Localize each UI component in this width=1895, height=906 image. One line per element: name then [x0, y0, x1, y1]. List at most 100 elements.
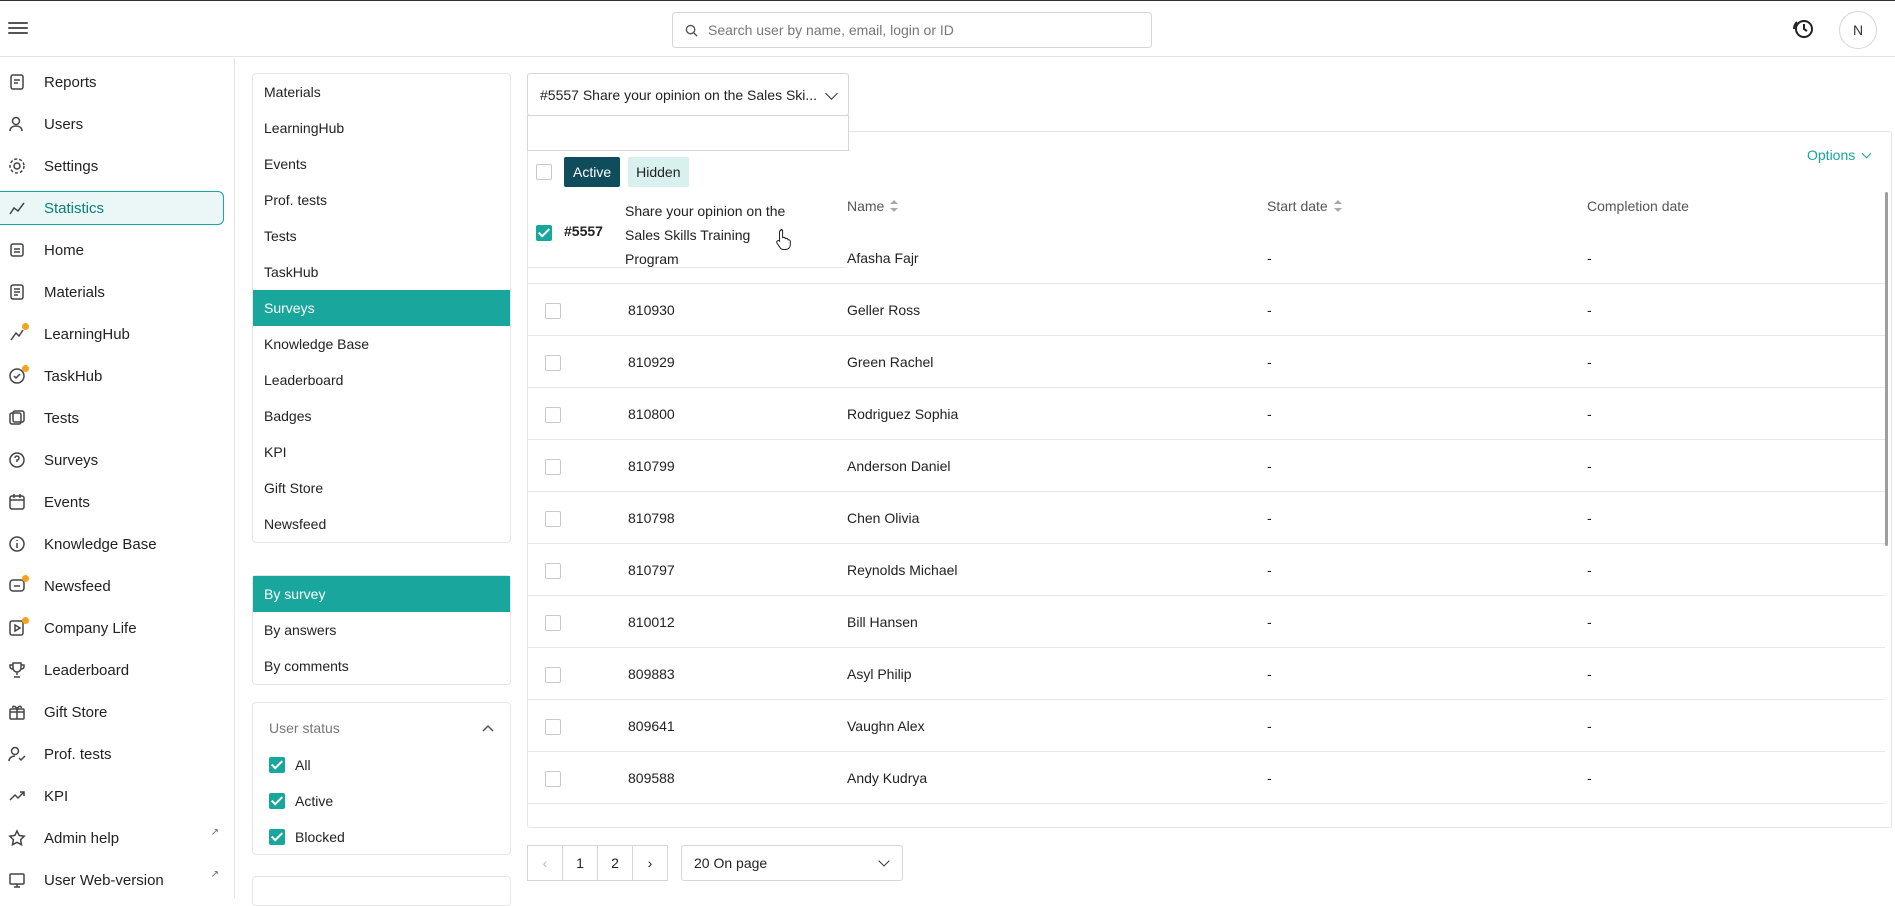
sidebar-item-label: TaskHub: [44, 367, 103, 385]
sidebar-item-settings[interactable]: Settings: [0, 149, 225, 183]
sidebar-item-label: Events: [44, 493, 90, 511]
table-scrollbar[interactable]: [1885, 192, 1888, 546]
avatar[interactable]: N: [1839, 11, 1877, 49]
sidebar-item-gift-store[interactable]: Gift Store: [0, 695, 225, 729]
category-kpi[interactable]: KPI: [253, 434, 510, 470]
status-option-blocked[interactable]: Blocked: [253, 819, 510, 855]
header-start-date[interactable]: Start date: [1267, 198, 1342, 214]
chevron-down-icon: [825, 87, 838, 100]
row-checkbox[interactable]: [545, 667, 561, 683]
sidebar-item-reports[interactable]: Reports: [0, 65, 225, 99]
header-completion-date[interactable]: Completion date: [1587, 198, 1689, 214]
sidebar-item-learninghub[interactable]: LearningHub: [0, 317, 225, 351]
per-page-select[interactable]: 20 On page: [681, 845, 903, 881]
header-name[interactable]: Name: [847, 198, 899, 214]
sidebar-item-newsfeed[interactable]: Newsfeed: [0, 569, 225, 603]
row-checkbox[interactable]: [545, 771, 561, 787]
table-row[interactable]: 810799 Anderson Daniel - -: [528, 440, 1885, 492]
prev-page-button[interactable]: ‹: [527, 845, 563, 881]
history-icon[interactable]: [1792, 17, 1816, 41]
table-row[interactable]: 810798 Chen Olivia - -: [528, 492, 1885, 544]
sidebar-item-leaderboard[interactable]: Leaderboard: [0, 653, 225, 687]
table-row[interactable]: 809588 Andy Kudrya - -: [528, 752, 1885, 804]
category-knowledge-base[interactable]: Knowledge Base: [253, 326, 510, 362]
view-by-survey[interactable]: By survey: [253, 576, 510, 612]
dropdown-option[interactable]: #5557 Share your opinion on the Sales Sk…: [528, 192, 846, 268]
sidebar-item-tests[interactable]: Tests: [0, 401, 225, 435]
page-2-button[interactable]: 2: [597, 845, 633, 881]
category-gift-store[interactable]: Gift Store: [253, 470, 510, 506]
table-row[interactable]: 810012 Bill Hansen - -: [528, 596, 1885, 648]
sidebar-item-statistics[interactable]: Statistics: [0, 191, 224, 225]
view-by-answers[interactable]: By answers: [253, 612, 510, 648]
row-checkbox[interactable]: [545, 459, 561, 475]
view-by-comments[interactable]: By comments: [253, 648, 510, 684]
user-status-header[interactable]: User status: [253, 709, 510, 747]
status-checkbox[interactable]: [269, 757, 285, 773]
cell-id: 810798: [628, 510, 675, 526]
search-input[interactable]: [708, 22, 1128, 38]
row-checkbox[interactable]: [545, 355, 561, 371]
status-checkbox[interactable]: [269, 793, 285, 809]
search-box[interactable]: [672, 12, 1152, 48]
category-learninghub[interactable]: LearningHub: [253, 110, 510, 146]
sidebar-item-users[interactable]: Users: [0, 107, 225, 141]
category-badges[interactable]: Badges: [253, 398, 510, 434]
row-checkbox[interactable]: [545, 511, 561, 527]
menu-icon[interactable]: [8, 19, 28, 39]
table-row[interactable]: 810929 Green Rachel - -: [528, 336, 1885, 388]
category-prof-tests[interactable]: Prof. tests: [253, 182, 510, 218]
sidebar-item-events[interactable]: Events: [0, 485, 225, 519]
page-1-button[interactable]: 1: [562, 845, 598, 881]
survey-select[interactable]: #5557 Share your opinion on the Sales Sk…: [527, 73, 849, 116]
category-newsfeed[interactable]: Newsfeed: [253, 506, 510, 542]
sidebar-item-label: Newsfeed: [44, 577, 111, 595]
row-checkbox[interactable]: [545, 303, 561, 319]
sidebar-item-kpi[interactable]: KPI: [0, 779, 225, 813]
table-row[interactable]: 810800 Rodriguez Sophia - -: [528, 388, 1885, 440]
row-checkbox[interactable]: [545, 407, 561, 423]
sidebar-item-label: Leaderboard: [44, 661, 130, 679]
chevron-up-icon[interactable]: [482, 724, 494, 732]
sidebar-item-home[interactable]: Home: [0, 233, 225, 267]
cell-id: 809883: [628, 666, 675, 682]
table-row[interactable]: 810930 Geller Ross - -: [528, 284, 1885, 336]
table-row[interactable]: 809883 Asyl Philip - -: [528, 648, 1885, 700]
sidebar-item-knowledge-base[interactable]: Knowledge Base: [0, 527, 225, 561]
sidebar-item-taskhub[interactable]: TaskHub: [0, 359, 225, 393]
tab-active[interactable]: Active: [564, 157, 621, 187]
search-icon: [685, 24, 698, 37]
sidebar-item-user-web-version[interactable]: User Web-version ↗: [0, 863, 225, 897]
category-taskhub[interactable]: TaskHub: [253, 254, 510, 290]
category-materials[interactable]: Materials: [253, 74, 510, 110]
row-checkbox[interactable]: [545, 563, 561, 579]
dropdown-search-field[interactable]: [527, 115, 849, 151]
row-checkbox[interactable]: [545, 719, 561, 735]
options-button[interactable]: Options: [1807, 147, 1872, 163]
status-option-all[interactable]: All: [253, 747, 510, 783]
status-checkbox[interactable]: [269, 829, 285, 845]
monitor-icon: [8, 871, 26, 889]
sidebar-item-materials[interactable]: Materials: [0, 275, 225, 309]
sidebar-item-admin-help[interactable]: Admin help ↗: [0, 821, 225, 855]
category-surveys[interactable]: Surveys: [253, 290, 510, 326]
table-row[interactable]: 809641 Vaughn Alex - -: [528, 700, 1885, 752]
table-row[interactable]: 810797 Reynolds Michael - -: [528, 544, 1885, 596]
cell-completion-date: -: [1587, 406, 1592, 422]
category-tests[interactable]: Tests: [253, 218, 510, 254]
sidebar-item-company-life[interactable]: Company Life: [0, 611, 225, 645]
category-events[interactable]: Events: [253, 146, 510, 182]
dropdown-option-checkbox[interactable]: [536, 225, 552, 241]
sidebar-item-prof-tests[interactable]: Prof. tests: [0, 737, 225, 771]
next-page-button[interactable]: ›: [632, 845, 668, 881]
cell-start-date: -: [1267, 770, 1272, 786]
dropdown-select-all-checkbox[interactable]: [536, 164, 552, 180]
sidebar-item-label: Company Life: [44, 619, 137, 637]
status-option-active[interactable]: Active: [253, 783, 510, 819]
header-name-label: Name: [847, 198, 885, 214]
sidebar-item-surveys[interactable]: Surveys: [0, 443, 225, 477]
category-leaderboard[interactable]: Leaderboard: [253, 362, 510, 398]
tab-hidden[interactable]: Hidden: [628, 157, 689, 187]
cell-name: Geller Ross: [847, 302, 921, 318]
row-checkbox[interactable]: [545, 615, 561, 631]
